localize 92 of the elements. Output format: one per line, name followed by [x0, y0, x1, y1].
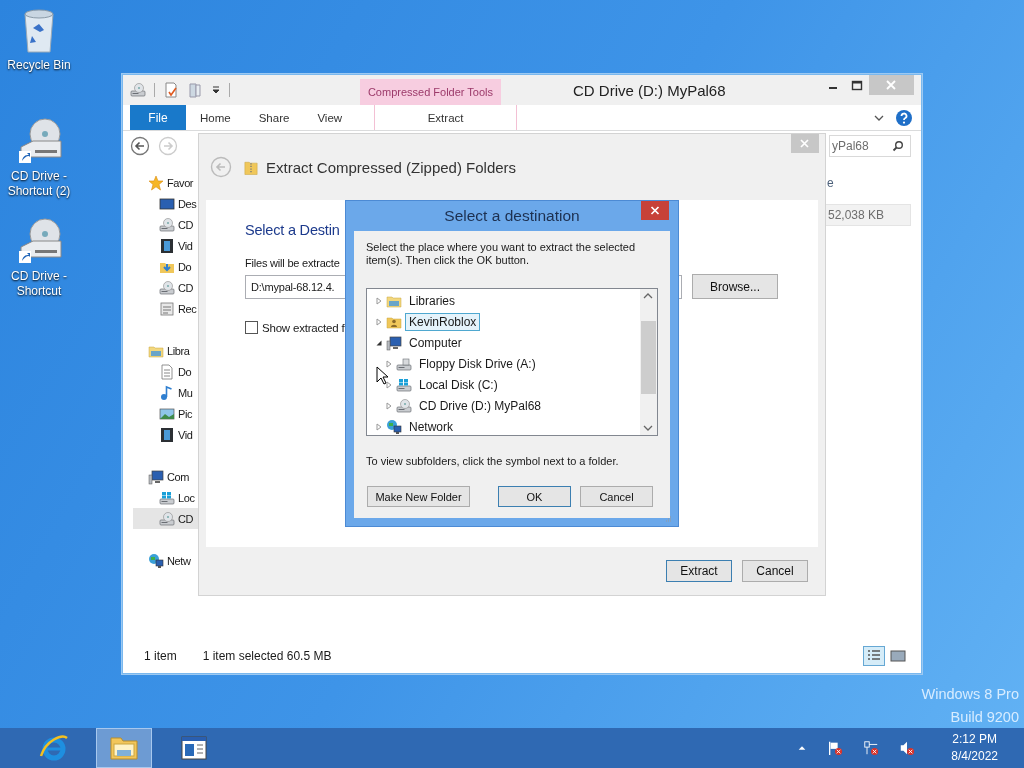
network-icon: [386, 418, 402, 435]
desktop-icon-label[interactable]: Recycle Bin: [3, 58, 75, 73]
tree-item[interactable]: Local Disk (C:): [415, 375, 502, 394]
tree-item[interactable]: KevinRoblox: [405, 312, 481, 331]
star-icon: [148, 174, 164, 191]
nav-pane-item[interactable]: Vid: [123, 424, 199, 445]
help-icon[interactable]: [896, 109, 912, 126]
tree-item[interactable]: Libraries: [405, 291, 460, 310]
nav-pane-item[interactable]: Do: [123, 361, 199, 382]
resize-grip-icon[interactable]: [664, 515, 672, 523]
extract-button[interactable]: Extract: [666, 560, 732, 582]
file-tab[interactable]: File: [130, 105, 186, 130]
ok-button[interactable]: OK: [498, 486, 571, 507]
cancel-button[interactable]: Cancel: [580, 486, 653, 507]
selection-info: 1 item selected 60.5 MB: [202, 649, 332, 663]
wizard-title: Extract Compressed (Zipped) Folders: [266, 158, 517, 176]
checkbox[interactable]: [245, 321, 258, 334]
expander-arrow-icon[interactable]: [375, 338, 383, 347]
network-icon: [148, 552, 164, 569]
ribbon-tab[interactable]: Home: [186, 105, 245, 130]
nav-pane-item[interactable]: Netw: [123, 550, 199, 571]
dialog-title: Select a destination: [444, 207, 580, 225]
customize-caret-icon[interactable]: [211, 85, 221, 95]
browse-button[interactable]: Browse...: [692, 274, 778, 299]
folder-tree[interactable]: Libraries KevinRoblox Computer Floppy Disk Drive (A:) Local Disk (C:) CD Drive (D:) MyPal68 Network: [366, 288, 658, 436]
disc-drive-icon: [396, 397, 412, 414]
window-title: CD Drive (D:) MyPal68: [573, 82, 726, 99]
nav-pane-item[interactable]: CD: [123, 277, 199, 298]
checkbox-label[interactable]: Show extracted f: [262, 321, 345, 334]
back-button[interactable]: [130, 136, 150, 156]
disc-drive-icon: [130, 82, 146, 98]
make-new-folder-button[interactable]: Make New Folder: [367, 486, 470, 507]
film-icon: [159, 237, 175, 254]
column-header[interactable]: e: [827, 176, 911, 190]
monitor-icon: [159, 195, 175, 212]
desktop-icon-label[interactable]: CD Drive - Shortcut (2): [3, 169, 75, 199]
tree-item[interactable]: Network: [405, 417, 457, 436]
nav-pane-item[interactable]: Des: [123, 193, 199, 214]
network-error-icon[interactable]: [863, 740, 880, 756]
desktop-icon-label[interactable]: CD Drive - Shortcut: [3, 269, 75, 299]
computer-icon: [148, 468, 164, 485]
nav-pane-item[interactable]: Loc: [123, 487, 199, 508]
page-heading: Select a Destin: [245, 222, 340, 238]
nav-pane-item[interactable]: CD: [123, 214, 199, 235]
details-view-button[interactable]: [863, 646, 885, 666]
cancel-button[interactable]: Cancel: [742, 560, 808, 582]
field-label: Files will be extracte: [245, 257, 340, 269]
document-icon: [159, 363, 175, 380]
hint-text: To view subfolders, click the symbol next to a folder.: [366, 455, 620, 467]
item-count: 1 item: [144, 649, 177, 663]
tree-item[interactable]: Floppy Disk Drive (A:): [415, 354, 540, 373]
disc-drive-icon: [159, 510, 175, 527]
floppy-drive-icon: [396, 355, 412, 372]
music-note-icon: [159, 384, 175, 401]
nav-pane-item[interactable]: Do: [123, 256, 199, 277]
ribbon-tab[interactable]: View: [303, 105, 357, 130]
tree-item[interactable]: Computer: [405, 333, 466, 352]
hard-drive-icon: [159, 489, 175, 506]
edition-text: Build 9200: [950, 708, 1019, 727]
search-icon: [892, 140, 904, 152]
nav-pane-item[interactable]: CD: [133, 508, 199, 529]
disc-drive-icon: [159, 216, 175, 233]
ribbon-tab[interactable]: Share: [244, 105, 304, 130]
scrollbar[interactable]: [640, 289, 657, 435]
nav-pane-item[interactable]: Mu: [123, 382, 199, 403]
close-button[interactable]: [641, 201, 669, 220]
picture-icon: [159, 405, 175, 422]
clock-date[interactable]: 8/4/2022: [951, 748, 998, 765]
recent-places-icon: [159, 300, 175, 317]
nav-pane-item[interactable]: Favor: [123, 172, 199, 193]
flag-icon[interactable]: [827, 740, 844, 756]
hard-drive-icon: [396, 376, 412, 393]
instructions-text: Select the place where you want to extract the selected item(s). Then click the OK button.: [366, 241, 637, 267]
expander-arrow-icon[interactable]: [385, 380, 393, 389]
mouse-pointer-icon: [376, 366, 388, 386]
film-icon: [159, 426, 175, 443]
properties-icon[interactable]: [163, 82, 179, 98]
speaker-muted-icon[interactable]: [899, 740, 916, 756]
size-cell: 52,038 KB: [825, 204, 911, 226]
tree-item[interactable]: CD Drive (D:) MyPal68: [415, 396, 545, 415]
edition-text: Windows 8 Pro: [921, 685, 1019, 704]
contextual-tab-header: Compressed Folder Tools: [360, 79, 501, 105]
disc-drive-icon: [159, 279, 175, 296]
nav-pane-item[interactable]: Vid: [123, 235, 199, 256]
nav-pane-item[interactable]: Rec: [123, 298, 199, 319]
nav-pane-item[interactable]: Com: [123, 466, 199, 487]
search-field[interactable]: yPal68: [829, 135, 911, 157]
nav-pane-item[interactable]: Pic: [123, 403, 199, 424]
nav-pane-item[interactable]: Libra: [123, 340, 199, 361]
computer-icon: [386, 334, 402, 351]
clock-time[interactable]: 2:12 PM: [952, 731, 997, 748]
ribbon-tab[interactable]: Extract: [427, 105, 464, 130]
